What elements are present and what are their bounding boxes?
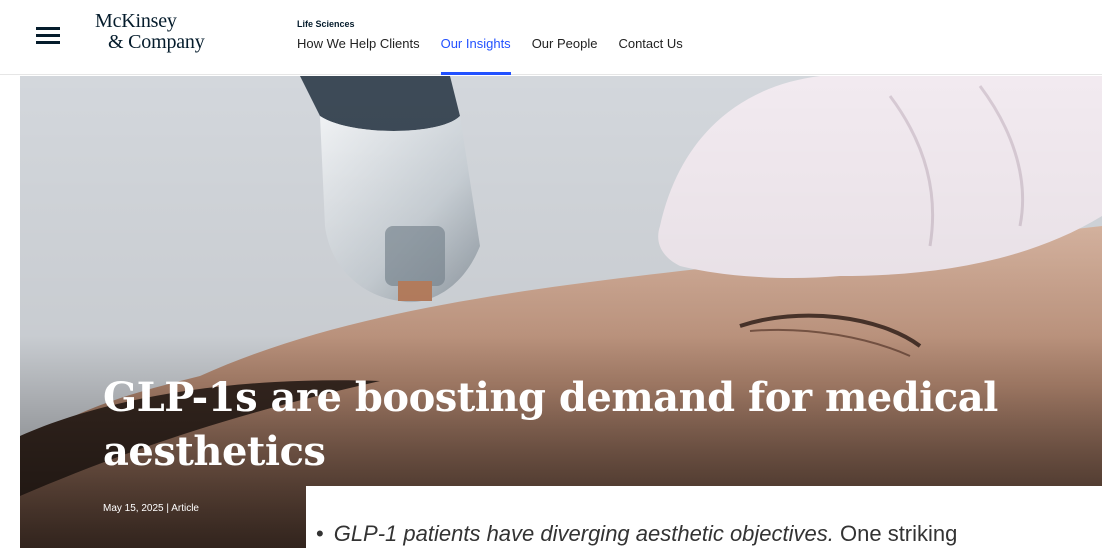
logo-line-1: McKinsey: [95, 10, 177, 32]
site-header: McKinsey & Company Life Sciences How We …: [0, 0, 1102, 75]
nav-item-how-we-help-clients[interactable]: How We Help Clients: [297, 36, 420, 75]
nav-item-contact-us[interactable]: Contact Us: [618, 36, 682, 75]
bullet-body-text: One striking: [833, 521, 958, 546]
hero-banner: GLP-1s are boosting demand for medical a…: [20, 76, 1102, 548]
hamburger-menu-icon[interactable]: [36, 26, 60, 44]
bullet-lead-italic: GLP-1 patients have diverging aesthetic …: [333, 521, 834, 546]
bullet-dot: •: [316, 521, 324, 546]
article-summary-card: • GLP-1 patients have diverging aesthetic…: [306, 486, 1102, 548]
primary-nav: How We Help Clients Our Insights Our Peo…: [297, 36, 704, 75]
nav-item-our-insights[interactable]: Our Insights: [440, 36, 511, 75]
summary-bullet: • GLP-1 patients have diverging aesthetic…: [316, 521, 957, 547]
page-title: GLP-1s are boosting demand for medical a…: [103, 374, 998, 475]
logo-line-2: & Company: [108, 31, 205, 53]
section-label[interactable]: Life Sciences: [297, 19, 355, 29]
article-date-type: May 15, 2025 | Article: [103, 503, 199, 514]
nav-item-our-people[interactable]: Our People: [532, 36, 598, 75]
mckinsey-logo[interactable]: McKinsey & Company: [95, 11, 205, 53]
